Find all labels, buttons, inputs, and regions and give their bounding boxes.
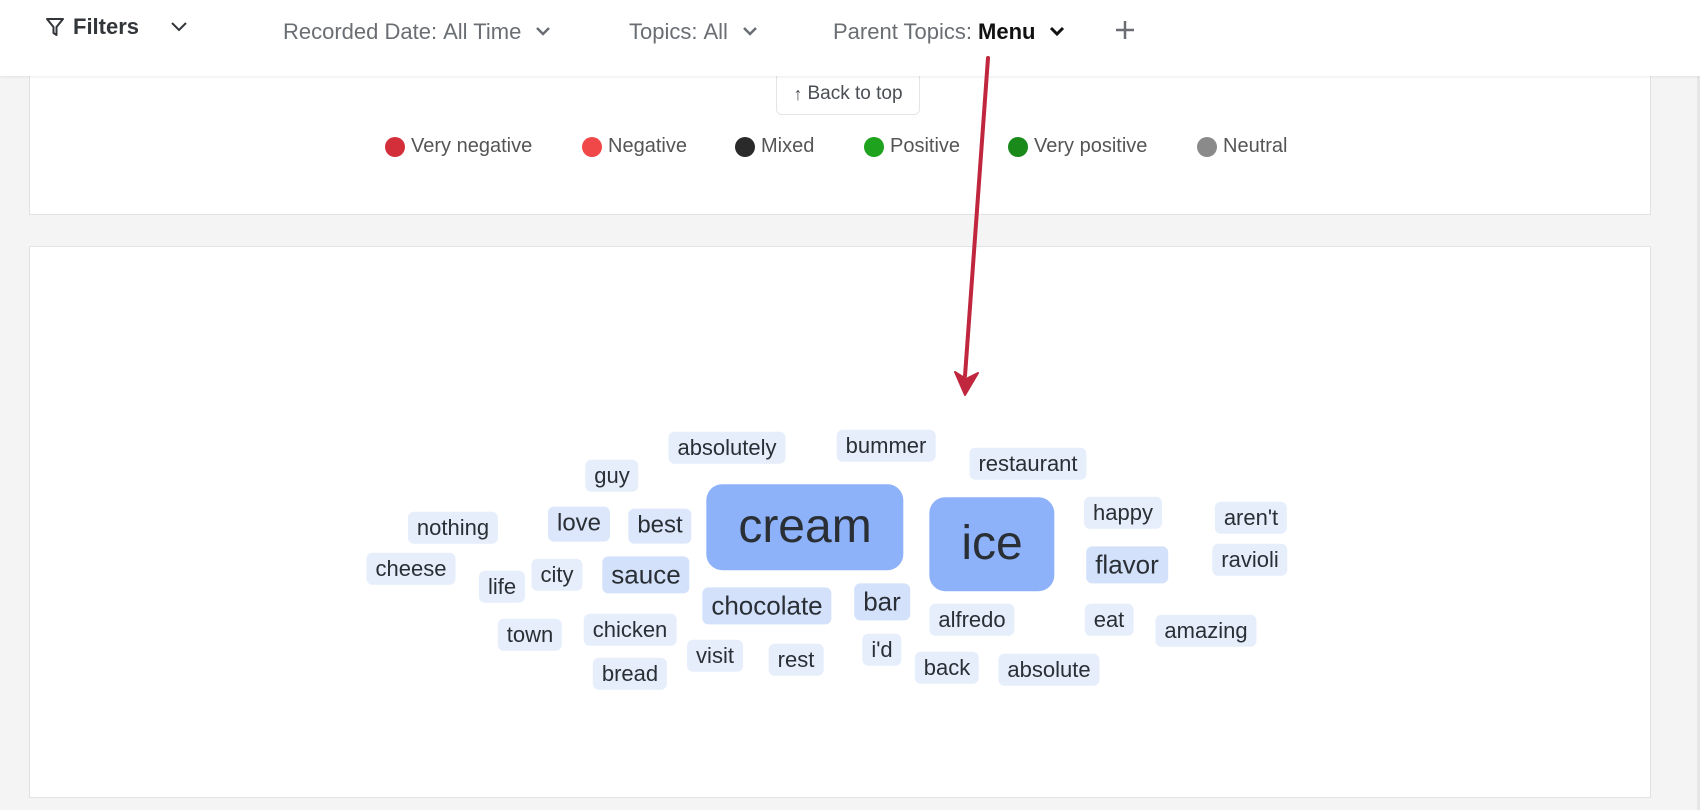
back-to-top-label: Back to top	[807, 83, 903, 104]
word-chicken[interactable]: chicken	[583, 613, 677, 647]
word-happy[interactable]: happy	[1084, 496, 1162, 530]
filter-chip-parent-topics[interactable]: Parent Topics: Menu	[833, 19, 1065, 45]
chip-value: All Time	[443, 19, 522, 44]
sentiment-legend: Very negative Negative Mixed Positive Ve…	[0, 135, 1700, 161]
legend-dot	[1008, 136, 1028, 157]
word-back[interactable]: back	[914, 651, 980, 685]
chip-key: Topics:	[629, 19, 698, 44]
funnel-icon	[46, 18, 64, 36]
legend-dot	[385, 136, 405, 157]
legend-item-very-negative: Very negative	[385, 135, 532, 158]
word-nothing[interactable]: nothing	[407, 511, 499, 545]
arrow-up-icon: ↑	[793, 83, 803, 104]
legend-item-mixed: Mixed	[735, 135, 814, 158]
chip-key: Recorded Date:	[283, 19, 438, 44]
word-sauce[interactable]: sauce	[602, 556, 690, 594]
word-town[interactable]: town	[497, 618, 563, 652]
word-eat[interactable]: eat	[1084, 603, 1134, 637]
word-bummer[interactable]: bummer	[836, 429, 936, 463]
add-filter-icon[interactable]	[1113, 18, 1137, 42]
chip-key: Parent Topics:	[833, 19, 973, 44]
legend-label: Negative	[608, 135, 687, 157]
word-guy[interactable]: guy	[585, 459, 639, 493]
filter-chip-recorded-date[interactable]: Recorded Date: All Time	[283, 19, 551, 45]
chevron-down-icon	[743, 27, 757, 36]
chip-value: Menu	[978, 19, 1036, 44]
legend-dot	[735, 136, 755, 157]
filters-toggle[interactable]: Filters	[45, 14, 189, 40]
word-alfredo[interactable]: alfredo	[929, 603, 1015, 637]
word-life[interactable]: life	[478, 570, 526, 604]
legend-dot	[582, 136, 602, 157]
legend-item-negative: Negative	[582, 135, 687, 158]
filters-label: Filters	[73, 14, 140, 39]
word-cheese[interactable]: cheese	[366, 552, 456, 586]
legend-label: Very negative	[411, 135, 533, 157]
word-love[interactable]: love	[547, 506, 611, 542]
legend-label: Mixed	[761, 135, 815, 157]
legend-dot	[864, 136, 884, 157]
word-cream[interactable]: cream	[706, 484, 904, 570]
word-arent[interactable]: aren't	[1214, 501, 1288, 535]
word-restaurant[interactable]: restaurant	[969, 447, 1087, 481]
chevron-down-icon	[536, 27, 551, 36]
word-visit[interactable]: visit	[687, 639, 743, 673]
word-ice[interactable]: ice	[929, 497, 1055, 591]
word-city[interactable]: city	[531, 558, 583, 592]
legend-item-very-positive: Very positive	[1008, 135, 1147, 158]
legend-dot	[1197, 136, 1217, 157]
legend-item-neutral: Neutral	[1197, 135, 1287, 158]
word-absolutely[interactable]: absolutely	[668, 431, 786, 465]
word-best[interactable]: best	[628, 508, 692, 544]
word-absolute[interactable]: absolute	[998, 653, 1100, 687]
filter-chip-topics[interactable]: Topics: All	[629, 19, 758, 45]
word-id[interactable]: i'd	[862, 633, 902, 667]
chip-value: All	[703, 19, 728, 44]
word-flavor[interactable]: flavor	[1086, 546, 1168, 584]
word-chocolate[interactable]: chocolate	[702, 587, 832, 625]
legend-label: Very positive	[1034, 135, 1148, 157]
word-ravioli[interactable]: ravioli	[1212, 543, 1288, 577]
legend-label: Neutral	[1223, 135, 1288, 157]
legend-label: Positive	[890, 135, 961, 157]
back-to-top-button[interactable]: ↑ Back to top	[776, 74, 920, 115]
word-amazing[interactable]: amazing	[1155, 614, 1257, 648]
filter-bar: Filters Recorded Date: All Time Topics: …	[0, 0, 1700, 76]
chevron-down-icon[interactable]	[169, 20, 189, 34]
chevron-down-icon	[1050, 26, 1065, 37]
word-bar[interactable]: bar	[854, 583, 910, 621]
word-cloud-card: absolutely bummer restaurant guy nothing…	[29, 246, 1651, 798]
word-bread[interactable]: bread	[592, 657, 668, 691]
word-rest[interactable]: rest	[768, 643, 824, 677]
legend-item-positive: Positive	[864, 135, 960, 158]
